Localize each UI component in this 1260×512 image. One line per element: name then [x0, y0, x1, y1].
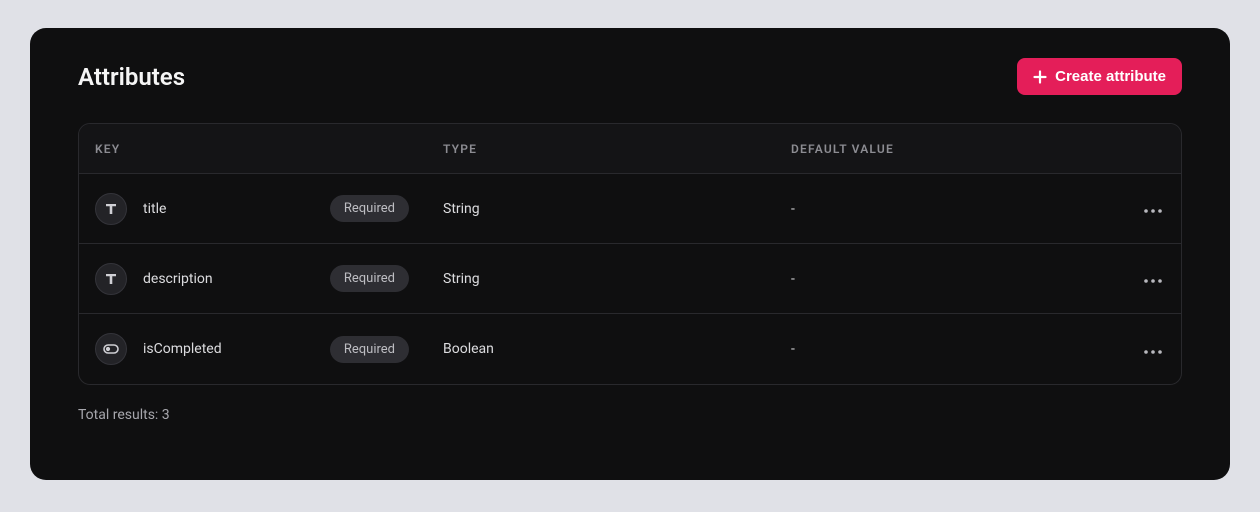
plus-icon: [1033, 70, 1047, 84]
key-cell: isCompleted Required: [79, 333, 427, 365]
text-icon: [95, 263, 127, 295]
attributes-panel: Attributes Create attribute KEY TYPE DEF…: [30, 28, 1230, 480]
attribute-type: String: [427, 271, 775, 287]
attribute-type: Boolean: [427, 341, 775, 357]
more-horizontal-icon: [1144, 201, 1162, 216]
text-icon: [95, 193, 127, 225]
col-key: KEY: [79, 142, 427, 156]
row-more-button[interactable]: [1138, 336, 1168, 363]
attribute-key: title: [143, 201, 314, 217]
required-badge: Required: [330, 195, 409, 222]
required-badge: Required: [330, 265, 409, 292]
attributes-table: KEY TYPE DEFAULT VALUE title Required St…: [78, 123, 1182, 385]
more-horizontal-icon: [1144, 271, 1162, 286]
table-row[interactable]: title Required String -: [79, 174, 1181, 244]
row-more-button[interactable]: [1138, 265, 1168, 292]
attribute-default: -: [775, 271, 1123, 287]
key-cell: description Required: [79, 263, 427, 295]
table-row[interactable]: isCompleted Required Boolean -: [79, 314, 1181, 384]
table-header: KEY TYPE DEFAULT VALUE: [79, 124, 1181, 174]
attribute-default: -: [775, 201, 1123, 217]
attribute-key: description: [143, 271, 314, 287]
table-row[interactable]: description Required String -: [79, 244, 1181, 314]
page-title: Attributes: [78, 63, 185, 91]
key-cell: title Required: [79, 193, 427, 225]
create-attribute-button[interactable]: Create attribute: [1017, 58, 1182, 95]
more-horizontal-icon: [1144, 342, 1162, 357]
col-type: TYPE: [427, 142, 775, 156]
attribute-default: -: [775, 341, 1123, 357]
required-badge: Required: [330, 336, 409, 363]
attribute-key: isCompleted: [143, 341, 314, 357]
total-results: Total results: 3: [78, 407, 1182, 423]
toggle-icon: [95, 333, 127, 365]
row-more-button[interactable]: [1138, 195, 1168, 222]
attribute-type: String: [427, 201, 775, 217]
panel-header: Attributes Create attribute: [78, 58, 1182, 95]
create-attribute-label: Create attribute: [1055, 68, 1166, 85]
col-default: DEFAULT VALUE: [775, 142, 1123, 156]
